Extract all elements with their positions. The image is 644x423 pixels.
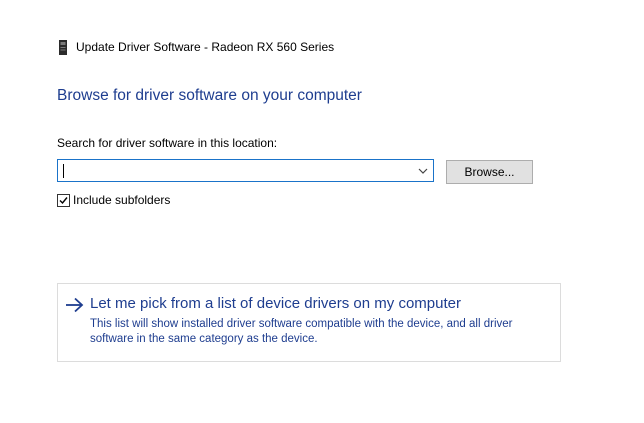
right-arrow-icon	[65, 297, 85, 313]
text-caret	[63, 164, 64, 178]
chevron-down-icon[interactable]	[417, 165, 429, 177]
pick-from-list-title[interactable]: Let me pick from a list of device driver…	[90, 295, 461, 312]
browse-button[interactable]: Browse...	[446, 160, 533, 184]
checkmark-icon	[59, 196, 68, 204]
search-location-label: Search for driver software in this locat…	[57, 136, 278, 150]
search-location-combobox[interactable]	[57, 159, 434, 182]
include-subfolders-label[interactable]: Include subfolders	[73, 193, 170, 207]
search-location-input[interactable]	[61, 162, 405, 179]
page-title: Browse for driver software on your compu…	[57, 87, 362, 104]
include-subfolders-checkbox[interactable]	[57, 193, 70, 207]
pick-from-list-link[interactable]: Let me pick from a list of device driver…	[57, 283, 561, 362]
window-title: Update Driver Software - Radeon RX 560 S…	[76, 40, 335, 54]
include-subfolders-option[interactable]: Include subfolders	[57, 193, 170, 207]
pick-from-list-description: This list will show installed driver sof…	[90, 318, 513, 345]
window-title-bar: Update Driver Software - Radeon RX 560 S…	[58, 38, 334, 56]
device-icon	[58, 39, 68, 55]
